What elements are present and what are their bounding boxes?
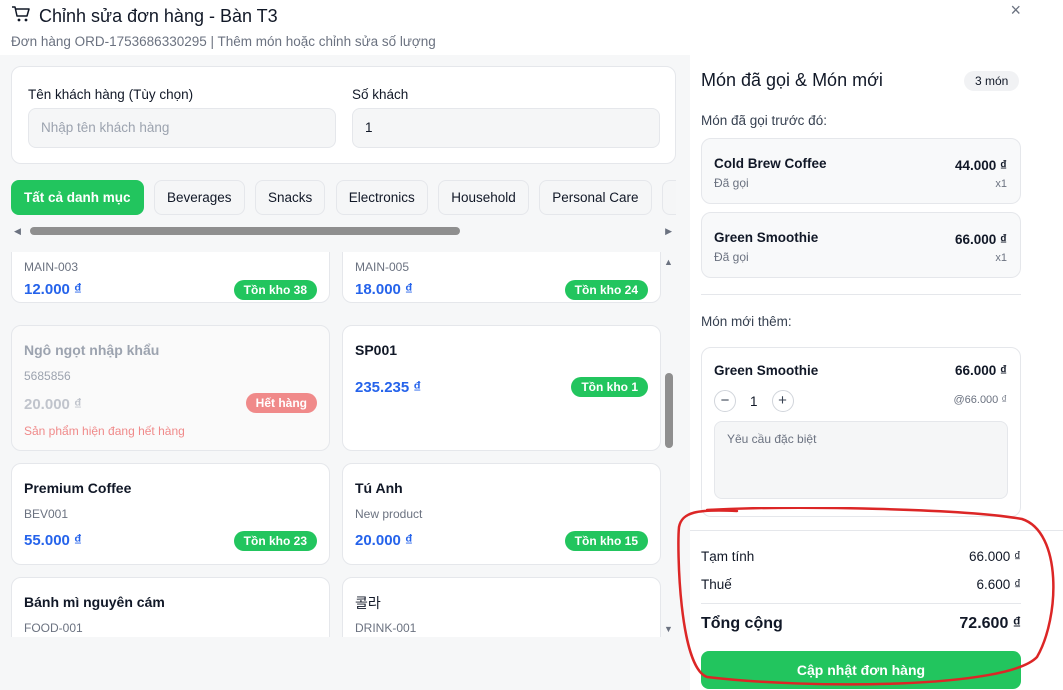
cart-icon [11, 5, 31, 28]
product-price: 235.235 ₫ [355, 379, 422, 396]
close-icon[interactable]: × [1010, 0, 1021, 21]
item-status: Đã gọi [714, 176, 749, 190]
order-panel: Món đã gọi & Món mới 3 món Món đã gọi tr… [690, 55, 1063, 690]
stock-badge: Tồn kho 24 [564, 280, 648, 300]
item-count-badge: 3 món [964, 71, 1020, 91]
item-name: Green Smoothie [714, 230, 819, 245]
item-name: Green Smoothie [714, 363, 819, 378]
product-price: 20.000 ₫ [355, 532, 413, 549]
product-price: 12.000 ₫ [24, 281, 82, 298]
scrollbar-thumb[interactable] [665, 373, 673, 448]
out-of-stock-warning: Sản phẩm hiện đang hết hàng [24, 424, 185, 438]
out-of-stock-badge: Hết hàng [245, 393, 317, 413]
product-sku: New product [355, 507, 423, 521]
scroll-right-icon[interactable]: ▶ [665, 226, 672, 237]
increase-quantity-button[interactable]: + [771, 390, 794, 412]
item-quantity: x1 [995, 178, 1007, 190]
grand-total-value: 72.600 ₫ [959, 615, 1021, 632]
product-card[interactable]: Bánh mì nguyên cám FOOD-001 [11, 577, 330, 637]
product-card[interactable]: SP001 235.235 ₫ Tồn kho 1 [342, 325, 661, 451]
product-sku: 5685856 [24, 369, 71, 383]
previous-items-label: Món đã gọi trước đó: [701, 113, 827, 128]
update-order-button[interactable]: Cập nhật đơn hàng [701, 651, 1021, 689]
order-title: Món đã gọi & Món mới [701, 70, 883, 90]
product-sku: MAIN-003 [24, 260, 79, 274]
subtotal-label: Tạm tính [701, 549, 755, 564]
special-request-textarea[interactable]: Yêu cầu đặc biệt [714, 421, 1008, 499]
product-card[interactable]: Tú Anh New product 20.000 ₫ Tồn kho 15 [342, 463, 661, 565]
product-card[interactable]: Premium Coffee BEV001 55.000 ₫ Tồn kho 2… [11, 463, 330, 565]
guest-count-field: Số khách 1 [352, 87, 660, 148]
product-card[interactable]: MAIN-005 18.000 ₫ Tồn kho 24 [342, 252, 661, 303]
decrease-quantity-button[interactable]: − [714, 390, 736, 412]
stock-badge: Tồn kho 15 [564, 531, 648, 551]
quantity-value: 1 [750, 393, 758, 409]
category-tab-personal-care[interactable]: Personal Care [539, 180, 652, 215]
product-card: Ngô ngọt nhập khẩu 5685856 20.000 ₫ Hết … [11, 325, 330, 451]
scroll-left-icon[interactable]: ◀ [14, 226, 21, 237]
product-name: Premium Coffee [24, 480, 132, 496]
guest-count-input[interactable]: 1 [352, 108, 660, 148]
category-tab-household[interactable]: Household [438, 180, 529, 215]
edit-order-dialog: Chỉnh sửa đơn hàng - Bàn T3 Đơn hàng ORD… [0, 0, 1063, 690]
quantity-stepper: − 1 + [714, 390, 794, 412]
scroll-up-icon[interactable]: ▲ [664, 257, 673, 267]
category-tab-beverages[interactable]: Beverages [153, 180, 245, 215]
category-tab-korean[interactable]: 메 [661, 180, 676, 215]
product-sku: MAIN-005 [355, 260, 410, 274]
stock-badge: Tồn kho 38 [233, 280, 317, 300]
category-tabs: Tất cả danh mục Beverages Snacks Electro… [11, 180, 676, 218]
new-order-item: Green Smoothie 66.000 ₫ − 1 + @66.000 ₫ … [701, 347, 1021, 517]
customer-card: Tên khách hàng (Tùy chọn) Nhập tên khách… [11, 66, 676, 164]
customer-name-input[interactable]: Nhập tên khách hàng [28, 108, 336, 148]
subtotal-value: 66.000 ₫ [969, 549, 1021, 564]
item-price: 66.000 ₫ [955, 232, 1007, 247]
tax-value: 6.600 ₫ [976, 577, 1021, 592]
totals-divider [701, 603, 1021, 604]
item-price: 44.000 ₫ [955, 158, 1007, 173]
dialog-title: Chỉnh sửa đơn hàng - Bàn T3 [39, 5, 278, 26]
order-totals: Tạm tính 66.000 ₫ Thuế 6.600 ₫ Tổng cộng… [690, 530, 1063, 690]
product-price: 18.000 ₫ [355, 281, 413, 298]
item-price: 66.000 ₫ [955, 363, 1007, 378]
customer-name-field: Tên khách hàng (Tùy chọn) Nhập tên khách… [28, 87, 336, 148]
previous-order-item: Cold Brew Coffee Đã gọi 44.000 ₫ x1 [701, 138, 1021, 204]
category-tab-all[interactable]: Tất cả danh mục [11, 180, 144, 215]
item-quantity: x1 [995, 252, 1007, 264]
customer-name-label: Tên khách hàng (Tùy chọn) [28, 87, 194, 102]
product-sku: DRINK-001 [355, 621, 417, 635]
category-tab-snacks[interactable]: Snacks [254, 180, 326, 215]
product-sku: BEV001 [24, 507, 69, 521]
category-scrollbar[interactable]: ◀ ▶ [11, 224, 676, 238]
product-grid: MAIN-003 12.000 ₫ Tồn kho 38 MAIN-005 18… [11, 252, 661, 637]
scroll-down-icon[interactable]: ▼ [664, 624, 673, 634]
product-name: Tú Anh [355, 480, 403, 496]
stock-badge: Tồn kho 23 [233, 531, 317, 551]
product-card[interactable]: MAIN-003 12.000 ₫ Tồn kho 38 [11, 252, 330, 303]
product-name: Ngô ngọt nhập khẩu [24, 342, 160, 358]
product-name: SP001 [355, 342, 398, 358]
product-panel: Tên khách hàng (Tùy chọn) Nhập tên khách… [0, 55, 690, 690]
product-sku: FOOD-001 [24, 621, 83, 635]
guest-count-label: Số khách [352, 87, 409, 102]
product-price: 20.000 ₫ [24, 396, 82, 413]
section-divider [701, 294, 1021, 295]
product-name: Bánh mì nguyên cám [24, 594, 165, 610]
product-price: 55.000 ₫ [24, 532, 82, 549]
previous-order-item: Green Smoothie Đã gọi 66.000 ₫ x1 [701, 212, 1021, 278]
grand-total-label: Tổng cộng [701, 615, 783, 632]
dialog-header: Chỉnh sửa đơn hàng - Bàn T3 Đơn hàng ORD… [11, 0, 1051, 49]
product-card[interactable]: 콜라 DRINK-001 [342, 577, 661, 637]
stock-badge: Tồn kho 1 [571, 377, 648, 397]
new-items-label: Món mới thêm: [701, 314, 792, 329]
unit-price: @66.000 ₫ [953, 394, 1007, 406]
item-status: Đã gọi [714, 250, 749, 264]
product-scrollbar[interactable]: ▲ ▼ [662, 255, 676, 640]
dialog-subtitle: Đơn hàng ORD-1753686330295 | Thêm món ho… [11, 34, 436, 49]
product-name: 콜라 [355, 595, 381, 611]
scrollbar-thumb[interactable] [30, 227, 460, 235]
tax-label: Thuế [701, 577, 732, 592]
item-name: Cold Brew Coffee [714, 156, 827, 171]
category-tab-electronics[interactable]: Electronics [335, 180, 428, 215]
